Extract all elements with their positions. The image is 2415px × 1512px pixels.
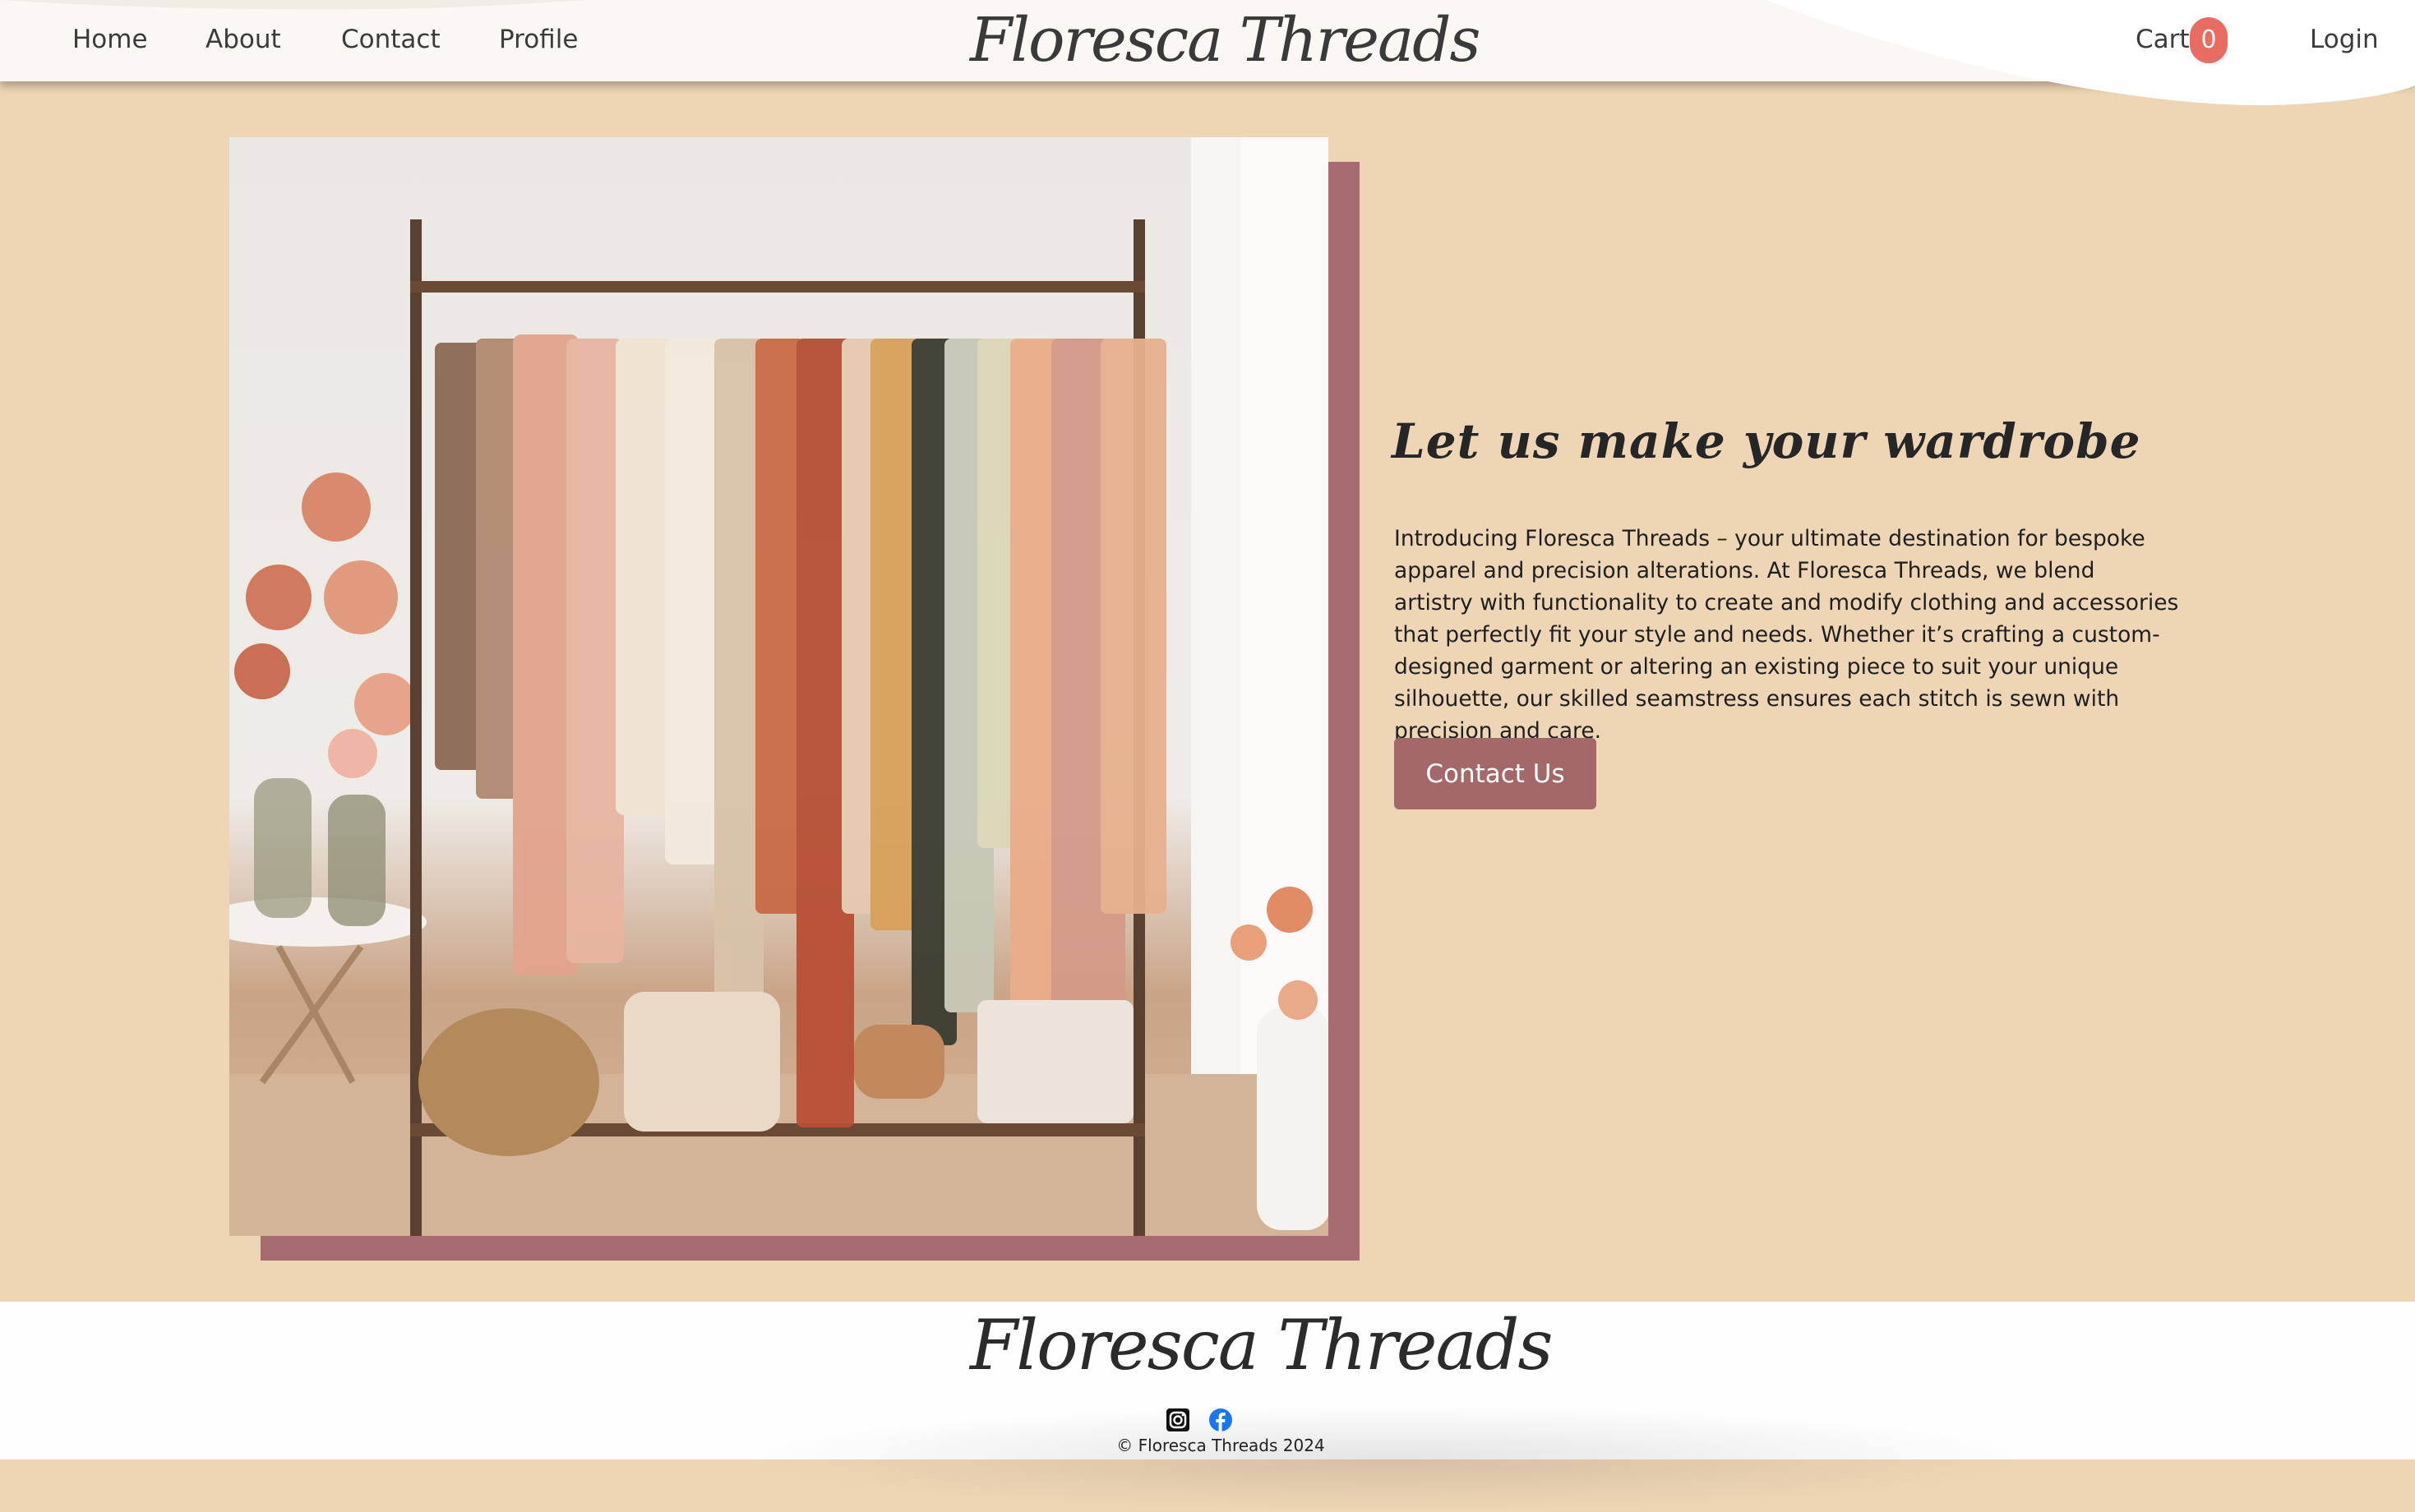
hero-heading: Let us make your wardrobe (1392, 413, 2141, 469)
hero-description: Introducing Floresca Threads – your ulti… (1394, 526, 2179, 744)
footer-glow-decoration (740, 1405, 2039, 1512)
nav-contact-link[interactable]: Contact (341, 25, 441, 54)
nav-about-link[interactable]: About (205, 25, 281, 54)
login-link[interactable]: Login (2310, 25, 2379, 54)
instagram-icon[interactable] (1166, 1408, 1190, 1432)
contact-us-button[interactable]: Contact Us (1394, 738, 1596, 809)
copyright-text: © Floresca Threads 2024 (1116, 1436, 1325, 1455)
nav-profile-link[interactable]: Profile (499, 25, 578, 54)
cart-link[interactable]: Cart (2136, 25, 2190, 54)
wardrobe-photo (229, 137, 1328, 1236)
footer-brand-logo: Floresca Threads (970, 1305, 1553, 1385)
brand-logo[interactable]: Floresca Threads (970, 5, 1480, 79)
nav-home-link[interactable]: Home (72, 25, 148, 54)
facebook-icon[interactable] (1208, 1408, 1233, 1432)
cart-count-badge: 0 (2190, 17, 2228, 63)
